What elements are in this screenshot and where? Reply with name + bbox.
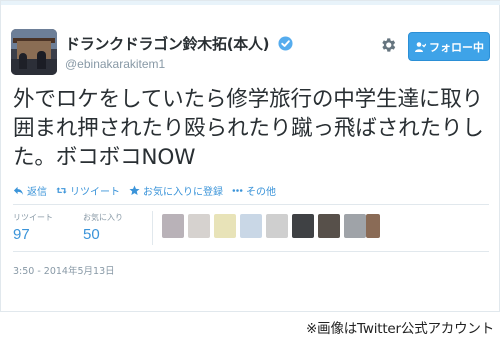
reply-action[interactable]: 返信 bbox=[13, 183, 47, 198]
favorite-stat-label: お気に入り bbox=[83, 213, 123, 222]
tweet-text: 外でロケをしていたら修学旅行の中学生達に取り囲まれ押されたり殴られたり蹴っ飛ばさ… bbox=[13, 87, 484, 170]
reply-arrow-icon bbox=[13, 186, 24, 195]
favoriter-avatar[interactable] bbox=[188, 214, 210, 238]
favoriter-avatar[interactable] bbox=[366, 214, 380, 238]
follow-button-label: フォロー中 bbox=[429, 40, 484, 54]
stats-divider bbox=[13, 251, 489, 252]
favoriter-avatar[interactable] bbox=[162, 214, 184, 238]
more-label: その他 bbox=[246, 186, 276, 198]
stats-separator bbox=[152, 211, 153, 245]
favoriter-avatar[interactable] bbox=[344, 214, 366, 238]
display-name[interactable]: ドランクドラゴン鈴木拓(本人) bbox=[65, 33, 270, 54]
tweet-timestamp[interactable]: 3:50 - 2014年5月13日 bbox=[13, 263, 115, 277]
retweet-count: 97 bbox=[13, 226, 30, 243]
retweet-icon bbox=[56, 186, 67, 194]
favoriter-avatar[interactable] bbox=[292, 214, 314, 238]
more-dots-icon bbox=[232, 188, 243, 192]
favorite-stat[interactable]: お気に入り 50 bbox=[83, 212, 123, 243]
favoriter-avatars bbox=[162, 214, 382, 242]
avatar[interactable] bbox=[11, 29, 57, 75]
favoriter-avatar[interactable] bbox=[240, 214, 262, 238]
retweet-stat[interactable]: リツイート 97 bbox=[13, 212, 53, 243]
favoriter-avatar[interactable] bbox=[266, 214, 288, 238]
stats-divider bbox=[13, 204, 489, 205]
retweet-stat-label: リツイート bbox=[13, 213, 53, 222]
retweet-label: リツイート bbox=[70, 186, 120, 198]
star-icon bbox=[129, 185, 140, 195]
favoriter-avatar[interactable] bbox=[318, 214, 340, 238]
follow-person-icon bbox=[415, 41, 426, 52]
more-action[interactable]: その他 bbox=[232, 183, 276, 198]
verified-badge-icon bbox=[278, 36, 293, 51]
favorite-action[interactable]: お気に入りに登録 bbox=[129, 183, 223, 198]
reply-label: 返信 bbox=[27, 186, 47, 198]
gear-icon[interactable] bbox=[379, 36, 397, 54]
favorite-count: 50 bbox=[83, 226, 100, 243]
retweet-action[interactable]: リツイート bbox=[56, 183, 120, 198]
favorite-label: お気に入りに登録 bbox=[143, 186, 223, 198]
tweet-card: ドランクドラゴン鈴木拓(本人) @ebinakarakitem1 フォロー中 外… bbox=[0, 0, 500, 312]
image-credit: ※画像はTwitter公式アカウント bbox=[306, 321, 494, 337]
follow-button[interactable]: フォロー中 bbox=[408, 32, 490, 61]
screen-name[interactable]: @ebinakarakitem1 bbox=[65, 57, 165, 71]
favoriter-avatar[interactable] bbox=[214, 214, 236, 238]
tweet-actions: 返信 リツイート お気に入りに登録 その他 bbox=[13, 183, 285, 198]
top-strip bbox=[1, 1, 500, 5]
